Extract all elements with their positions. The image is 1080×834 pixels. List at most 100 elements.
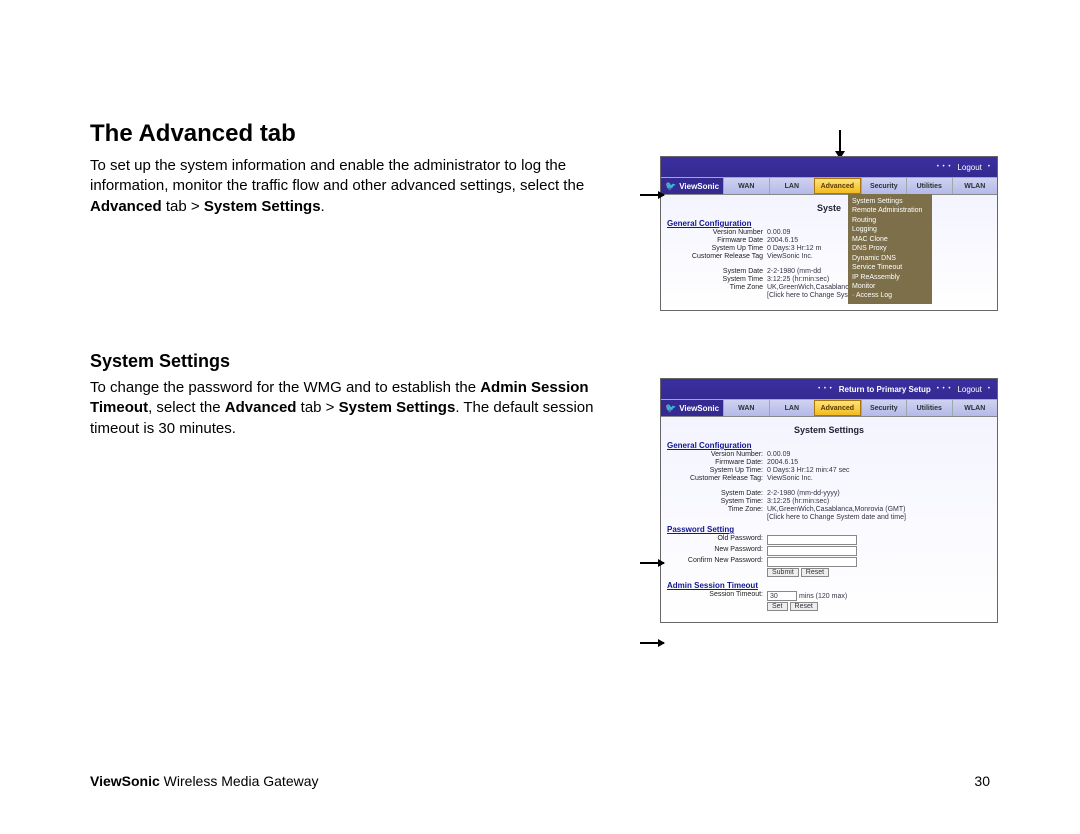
row-new-password: New Password: <box>667 546 991 556</box>
tab-utilities[interactable]: Utilities <box>906 178 951 194</box>
value: UK,GreenWich,Casablanca,Monrovia (GMT) <box>767 506 991 513</box>
text: To change the password for the WMG and t… <box>90 379 480 396</box>
page-footer: ViewSonic Wireless Media Gateway 30 <box>90 773 990 789</box>
row: Firmware Date2004.6.15 <box>667 237 991 244</box>
arrow-right-icon <box>640 642 664 644</box>
menu-item[interactable]: Dynamic DNS <box>852 254 926 263</box>
value: 0 Days:3 Hr:12 min:47 sec <box>767 467 991 474</box>
text: , select the <box>148 399 225 416</box>
change-date-link[interactable]: [Click here to Change System date and ti… <box>767 514 991 521</box>
label: System Time: <box>667 498 767 505</box>
menu-item[interactable]: Service Timeout <box>852 263 926 272</box>
advanced-dropdown-menu[interactable]: System Settings Remote Administration Ro… <box>848 194 932 304</box>
label: Firmware Date: <box>667 459 767 466</box>
menu-item[interactable]: Routing <box>852 216 926 225</box>
row: Customer Release TagViewSonic Inc. <box>667 253 991 260</box>
row-confirm-password: Confirm New Password: <box>667 557 991 567</box>
reset-button[interactable]: Reset <box>790 602 818 611</box>
tab-wlan[interactable]: WLAN <box>952 400 997 416</box>
footer-text: Wireless Media Gateway <box>160 773 319 789</box>
tab-advanced[interactable]: Advanced <box>814 400 860 416</box>
row: [Click here to Change System date and ti… <box>667 292 991 299</box>
arrow-right-icon <box>640 562 664 564</box>
arrow-right-icon <box>640 194 664 196</box>
tab-security[interactable]: Security <box>861 400 906 416</box>
group-general-config: General Configuration <box>667 441 991 450</box>
bold-advanced: Advanced <box>90 198 162 215</box>
logout-link[interactable]: Logout <box>957 163 981 172</box>
menu-item[interactable]: System Settings <box>852 197 926 206</box>
screenshot-system-settings: • • • Return to Primary Setup • • • Logo… <box>660 378 998 623</box>
heading-system-settings: System Settings <box>90 351 990 372</box>
row-buttons: SetReset <box>667 602 991 611</box>
submit-button[interactable]: Submit <box>767 568 799 577</box>
confirm-password-input[interactable] <box>767 557 857 567</box>
row: Version Number:0.00.09 <box>667 451 991 458</box>
tab-security[interactable]: Security <box>861 178 906 194</box>
text: tab > <box>296 399 338 416</box>
tab-lan[interactable]: LAN <box>769 178 814 194</box>
label: System Time <box>667 276 767 283</box>
heading-advanced-tab: The Advanced tab <box>90 120 990 148</box>
footer-brand: ViewSonic <box>90 773 160 789</box>
tab-wan[interactable]: WAN <box>723 178 768 194</box>
menu-item[interactable]: Remote Administration <box>852 206 926 215</box>
label: System Date: <box>667 490 767 497</box>
group-general-config: General Configuration <box>667 219 991 228</box>
birds-icon: 🐦 <box>665 181 676 192</box>
panel-title: System Settings <box>667 425 991 435</box>
session-timeout-input[interactable]: 30 <box>767 591 797 601</box>
row-buttons: SubmitReset <box>667 568 991 577</box>
new-password-input[interactable] <box>767 546 857 556</box>
row: System Up Time0 Days:3 Hr:12 m <box>667 245 991 252</box>
row: Customer Release Tag:ViewSonic Inc. <box>667 475 991 482</box>
label: Time Zone: <box>667 506 767 513</box>
brand-logo: 🐦ViewSonic <box>661 178 723 194</box>
tab-wlan[interactable]: WLAN <box>952 178 997 194</box>
value: 3:12:25 (hr:min:sec) <box>767 498 991 505</box>
menu-item[interactable]: MAC Clone <box>852 235 926 244</box>
value: ViewSonic Inc. <box>767 475 991 482</box>
page-number: 30 <box>974 773 990 789</box>
row-old-password: Old Password: <box>667 535 991 545</box>
value: 2-2-1980 (mm-dd-yyyy) <box>767 490 991 497</box>
return-link[interactable]: Return to Primary Setup <box>839 385 931 394</box>
tab-lan[interactable]: LAN <box>769 400 814 416</box>
logout-link[interactable]: Logout <box>957 385 981 394</box>
birds-icon: 🐦 <box>665 403 676 414</box>
bold-advanced: Advanced <box>225 399 297 416</box>
group-password-setting: Password Setting <box>667 525 991 534</box>
dots-icon: • <box>988 386 991 392</box>
label: System Up Time <box>667 245 767 252</box>
row: [Click here to Change System date and ti… <box>667 514 991 521</box>
label: New Password: <box>667 546 767 556</box>
dots-icon: • • • <box>937 164 952 170</box>
row: System Time3:12:25 (hr:min:sec) <box>667 276 991 283</box>
label: Time Zone <box>667 284 767 291</box>
suffix: mins (120 max) <box>799 593 847 600</box>
label: Customer Release Tag <box>667 253 767 260</box>
label: Old Password: <box>667 535 767 545</box>
row: System Up Time:0 Days:3 Hr:12 min:47 sec <box>667 467 991 474</box>
row: Firmware Date:2004.6.15 <box>667 459 991 466</box>
old-password-input[interactable] <box>767 535 857 545</box>
menu-item[interactable]: Logging <box>852 225 926 234</box>
reset-button[interactable]: Reset <box>801 568 829 577</box>
set-button[interactable]: Set <box>767 602 788 611</box>
label: System Up Time: <box>667 467 767 474</box>
row: System Date:2-2-1980 (mm-dd-yyyy) <box>667 490 991 497</box>
tab-utilities[interactable]: Utilities <box>906 400 951 416</box>
menu-item[interactable]: IP ReAssembly <box>852 273 926 282</box>
group-admin-session-timeout: Admin Session Timeout <box>667 581 991 590</box>
paragraph-system-settings: To change the password for the WMG and t… <box>90 378 630 439</box>
value: 0.00.09 <box>767 451 991 458</box>
arrow-down-icon <box>835 130 845 159</box>
menu-item[interactable]: DNS Proxy <box>852 244 926 253</box>
row-session-timeout: Session Timeout:30 mins (120 max) <box>667 591 991 601</box>
tab-advanced[interactable]: Advanced <box>814 178 860 194</box>
tab-wan[interactable]: WAN <box>723 400 768 416</box>
text: To set up the system information and ena… <box>90 157 584 194</box>
label: Firmware Date <box>667 237 767 244</box>
menu-item[interactable]: Monitor <box>852 282 926 291</box>
menu-item[interactable]: · Access Log <box>852 291 926 300</box>
